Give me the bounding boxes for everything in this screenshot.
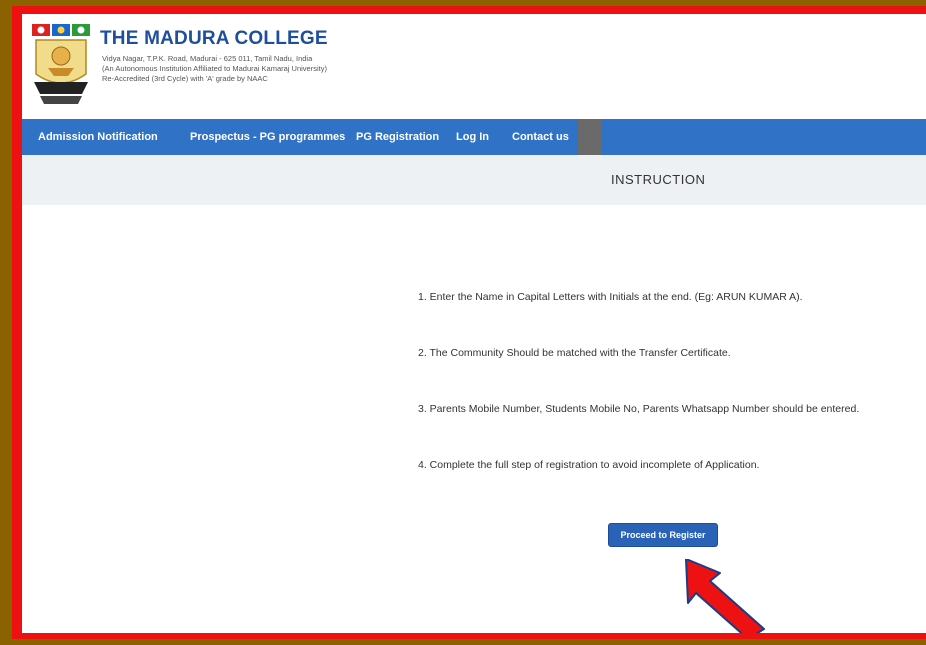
instruction-item: 4. Complete the full step of registratio… xyxy=(418,459,760,471)
web-page: THE MADURA COLLEGE Vidya Nagar, T.P.K. R… xyxy=(22,14,926,633)
instruction-item: 1. Enter the Name in Capital Letters wit… xyxy=(418,291,803,303)
nav-contact-us[interactable]: Contact us xyxy=(512,119,569,155)
page-title: INSTRUCTION xyxy=(611,172,706,187)
accreditation-line: Re-Accredited (3rd Cycle) with 'A' grade… xyxy=(102,74,268,83)
main-navbar: Admission Notification Prospectus - PG p… xyxy=(22,119,926,155)
proceed-to-register-button[interactable]: Proceed to Register xyxy=(608,523,718,547)
nav-prospectus-pg[interactable]: Prospectus - PG programmes xyxy=(190,119,345,155)
nav-separator xyxy=(578,119,602,155)
nav-pg-registration[interactable]: PG Registration xyxy=(356,119,439,155)
red-pointer-arrow-icon xyxy=(685,559,765,633)
instruction-header-bar: INSTRUCTION xyxy=(22,155,926,205)
site-header: THE MADURA COLLEGE Vidya Nagar, T.P.K. R… xyxy=(22,14,926,119)
nav-admission-notification[interactable]: Admission Notification xyxy=(38,119,158,155)
address-line: Vidya Nagar, T.P.K. Road, Madurai - 625 … xyxy=(102,54,313,63)
instruction-item: 3. Parents Mobile Number, Students Mobil… xyxy=(418,403,860,415)
college-emblem-icon xyxy=(32,24,90,104)
college-name: THE MADURA COLLEGE xyxy=(100,28,328,49)
instruction-item: 2. The Community Should be matched with … xyxy=(418,347,731,359)
nav-log-in[interactable]: Log In xyxy=(456,119,489,155)
affiliation-line: (An Autonomous Institution Affiliated to… xyxy=(102,64,327,73)
